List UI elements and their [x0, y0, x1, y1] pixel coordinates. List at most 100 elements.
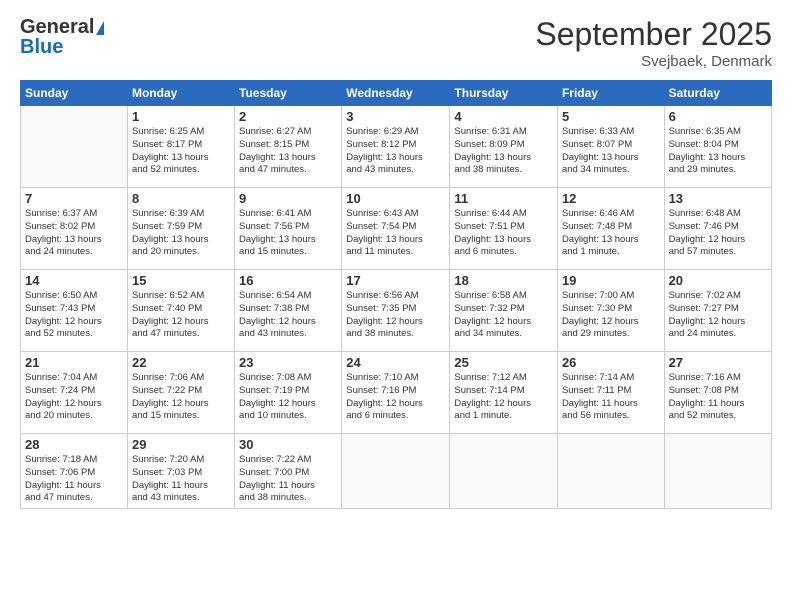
calendar-cell: 6 Sunrise: 6:35 AM Sunset: 8:04 PM Daylig… — [664, 106, 771, 188]
calendar-cell: 15 Sunrise: 6:52 AM Sunset: 7:40 PM Dayli… — [127, 270, 234, 352]
day-number: 6 — [669, 109, 767, 124]
calendar-cell: 8Sunrise: 6:39 AM Sunset: 7:59 PM Daylig… — [127, 188, 234, 270]
day-info: Sunrise: 6:58 AM Sunset: 7:32 PM Dayligh… — [454, 290, 553, 341]
day-info: Sunrise: 7:08 AM Sunset: 7:19 PM Dayligh… — [239, 372, 337, 423]
day-info: Sunrise: 7:02 AM Sunset: 7:27 PM Dayligh… — [669, 290, 767, 341]
calendar-cell: 19 Sunrise: 7:00 AM Sunset: 7:30 PM Dayli… — [557, 270, 664, 352]
day-info: Sunrise: 7:18 AM Sunset: 7:06 PM Dayligh… — [25, 454, 123, 505]
logo: General Blue — [20, 16, 104, 59]
calendar-cell: 18 Sunrise: 6:58 AM Sunset: 7:32 PM Dayli… — [450, 270, 558, 352]
calendar: SundayMondayTuesdayWednesdayThursdayFrid… — [20, 80, 772, 509]
day-info: Sunrise: 6:44 AM Sunset: 7:51 PM Dayligh… — [454, 208, 553, 259]
calendar-cell: 9 Sunrise: 6:41 AM Sunset: 7:56 PM Daylig… — [235, 188, 342, 270]
day-info: Sunrise: 7:00 AM Sunset: 7:30 PM Dayligh… — [562, 290, 660, 341]
day-number: 22 — [132, 355, 230, 370]
day-number: 12 — [562, 191, 660, 206]
week-row-1: 1 Sunrise: 6:25 AM Sunset: 8:17 PM Daylig… — [21, 106, 772, 188]
calendar-cell: 24 Sunrise: 7:10 AM Sunset: 7:16 PM Dayli… — [342, 352, 450, 434]
day-info: Sunrise: 7:04 AM Sunset: 7:24 PM Dayligh… — [25, 372, 123, 423]
week-row-2: 7Sunrise: 6:37 AM Sunset: 8:02 PM Daylig… — [21, 188, 772, 270]
day-info: Sunrise: 7:14 AM Sunset: 7:11 PM Dayligh… — [562, 372, 660, 423]
calendar-cell: 23 Sunrise: 7:08 AM Sunset: 7:19 PM Dayli… — [235, 352, 342, 434]
calendar-cell: 21 Sunrise: 7:04 AM Sunset: 7:24 PM Dayli… — [21, 352, 128, 434]
calendar-cell: 30Sunrise: 7:22 AM Sunset: 7:00 PM Dayli… — [235, 434, 342, 509]
calendar-cell: 16Sunrise: 6:54 AM Sunset: 7:38 PM Dayli… — [235, 270, 342, 352]
month-title: September 2025 — [535, 16, 772, 53]
weekday-header-wednesday: Wednesday — [342, 81, 450, 106]
day-info: Sunrise: 7:22 AM Sunset: 7:00 PM Dayligh… — [239, 454, 337, 505]
day-info: Sunrise: 6:35 AM Sunset: 8:04 PM Dayligh… — [669, 126, 767, 177]
calendar-cell: 17 Sunrise: 6:56 AM Sunset: 7:35 PM Dayli… — [342, 270, 450, 352]
day-info: Sunrise: 6:29 AM Sunset: 8:12 PM Dayligh… — [346, 126, 445, 177]
page: General Blue September 2025 Svejbaek, De… — [0, 0, 792, 612]
weekday-header-monday: Monday — [127, 81, 234, 106]
title-area: September 2025 Svejbaek, Denmark — [535, 16, 772, 70]
day-number: 15 — [132, 273, 230, 288]
weekday-header-sunday: Sunday — [21, 81, 128, 106]
day-number: 1 — [132, 109, 230, 124]
day-info: Sunrise: 6:48 AM Sunset: 7:46 PM Dayligh… — [669, 208, 767, 259]
day-number: 4 — [454, 109, 553, 124]
calendar-cell — [450, 434, 558, 509]
day-info: Sunrise: 6:31 AM Sunset: 8:09 PM Dayligh… — [454, 126, 553, 177]
calendar-cell: 10Sunrise: 6:43 AM Sunset: 7:54 PM Dayli… — [342, 188, 450, 270]
day-info: Sunrise: 6:46 AM Sunset: 7:48 PM Dayligh… — [562, 208, 660, 259]
calendar-cell: 14Sunrise: 6:50 AM Sunset: 7:43 PM Dayli… — [21, 270, 128, 352]
day-info: Sunrise: 6:27 AM Sunset: 8:15 PM Dayligh… — [239, 126, 337, 177]
day-info: Sunrise: 7:10 AM Sunset: 7:16 PM Dayligh… — [346, 372, 445, 423]
calendar-cell: 1 Sunrise: 6:25 AM Sunset: 8:17 PM Daylig… — [127, 106, 234, 188]
day-number: 17 — [346, 273, 445, 288]
day-number: 2 — [239, 109, 337, 124]
day-info: Sunrise: 6:33 AM Sunset: 8:07 PM Dayligh… — [562, 126, 660, 177]
calendar-cell: 27 Sunrise: 7:16 AM Sunset: 7:08 PM Dayli… — [664, 352, 771, 434]
calendar-cell: 25 Sunrise: 7:12 AM Sunset: 7:14 PM Dayli… — [450, 352, 558, 434]
week-row-5: 28 Sunrise: 7:18 AM Sunset: 7:06 PM Dayli… — [21, 434, 772, 509]
calendar-cell: 11 Sunrise: 6:44 AM Sunset: 7:51 PM Dayli… — [450, 188, 558, 270]
day-number: 25 — [454, 355, 553, 370]
calendar-cell: 3 Sunrise: 6:29 AM Sunset: 8:12 PM Daylig… — [342, 106, 450, 188]
day-info: Sunrise: 6:54 AM Sunset: 7:38 PM Dayligh… — [239, 290, 337, 341]
logo-blue: Blue — [20, 36, 63, 59]
day-info: Sunrise: 7:16 AM Sunset: 7:08 PM Dayligh… — [669, 372, 767, 423]
week-row-3: 14Sunrise: 6:50 AM Sunset: 7:43 PM Dayli… — [21, 270, 772, 352]
day-number: 3 — [346, 109, 445, 124]
location: Svejbaek, Denmark — [535, 53, 772, 70]
calendar-cell: 28 Sunrise: 7:18 AM Sunset: 7:06 PM Dayli… — [21, 434, 128, 509]
day-info: Sunrise: 7:06 AM Sunset: 7:22 PM Dayligh… — [132, 372, 230, 423]
logo-triangle-icon — [96, 21, 104, 35]
day-info: Sunrise: 7:12 AM Sunset: 7:14 PM Dayligh… — [454, 372, 553, 423]
calendar-cell: 29Sunrise: 7:20 AM Sunset: 7:03 PM Dayli… — [127, 434, 234, 509]
day-info: Sunrise: 6:41 AM Sunset: 7:56 PM Dayligh… — [239, 208, 337, 259]
day-number: 20 — [669, 273, 767, 288]
calendar-cell: 5Sunrise: 6:33 AM Sunset: 8:07 PM Daylig… — [557, 106, 664, 188]
calendar-cell — [21, 106, 128, 188]
calendar-cell: 12 Sunrise: 6:46 AM Sunset: 7:48 PM Dayli… — [557, 188, 664, 270]
weekday-header-thursday: Thursday — [450, 81, 558, 106]
day-number: 11 — [454, 191, 553, 206]
day-number: 28 — [25, 437, 123, 452]
calendar-cell: 20 Sunrise: 7:02 AM Sunset: 7:27 PM Dayli… — [664, 270, 771, 352]
day-info: Sunrise: 6:37 AM Sunset: 8:02 PM Dayligh… — [25, 208, 123, 259]
day-number: 24 — [346, 355, 445, 370]
day-number: 26 — [562, 355, 660, 370]
calendar-cell — [557, 434, 664, 509]
day-number: 14 — [25, 273, 123, 288]
day-info: Sunrise: 6:25 AM Sunset: 8:17 PM Dayligh… — [132, 126, 230, 177]
day-number: 21 — [25, 355, 123, 370]
day-number: 29 — [132, 437, 230, 452]
day-info: Sunrise: 6:52 AM Sunset: 7:40 PM Dayligh… — [132, 290, 230, 341]
day-number: 19 — [562, 273, 660, 288]
calendar-cell — [664, 434, 771, 509]
day-number: 23 — [239, 355, 337, 370]
calendar-cell: 2 Sunrise: 6:27 AM Sunset: 8:15 PM Daylig… — [235, 106, 342, 188]
weekday-header-friday: Friday — [557, 81, 664, 106]
calendar-cell: 26 Sunrise: 7:14 AM Sunset: 7:11 PM Dayli… — [557, 352, 664, 434]
calendar-cell: 22 Sunrise: 7:06 AM Sunset: 7:22 PM Dayli… — [127, 352, 234, 434]
day-number: 9 — [239, 191, 337, 206]
week-row-4: 21 Sunrise: 7:04 AM Sunset: 7:24 PM Dayli… — [21, 352, 772, 434]
weekday-header-row: SundayMondayTuesdayWednesdayThursdayFrid… — [21, 81, 772, 106]
day-info: Sunrise: 6:39 AM Sunset: 7:59 PM Dayligh… — [132, 208, 230, 259]
day-info: Sunrise: 6:56 AM Sunset: 7:35 PM Dayligh… — [346, 290, 445, 341]
day-number: 27 — [669, 355, 767, 370]
day-number: 18 — [454, 273, 553, 288]
